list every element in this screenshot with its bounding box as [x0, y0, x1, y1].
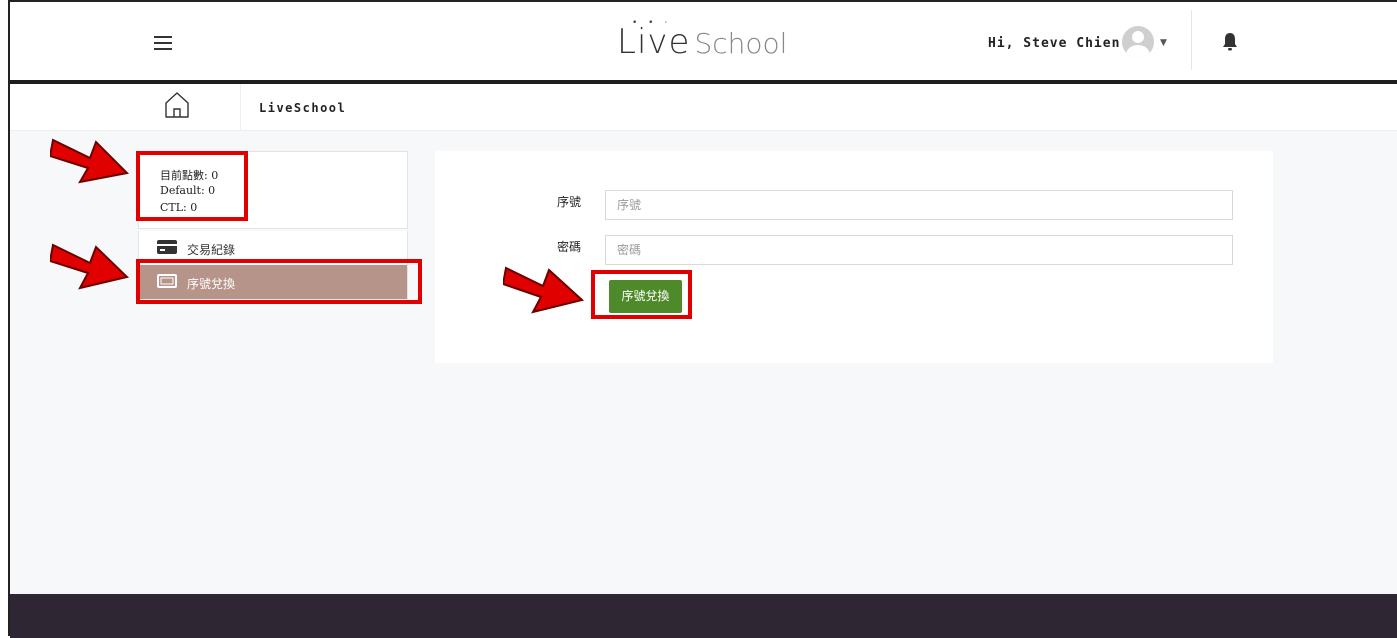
user-greeting[interactable]: Hi, Steve Chien: [988, 36, 1120, 51]
serial-label: 序號: [557, 195, 582, 209]
home-icon[interactable]: [164, 91, 190, 119]
menu-highlight-box: [136, 259, 422, 304]
points-highlight-box: [136, 151, 248, 221]
hamburger-menu-icon[interactable]: [154, 36, 172, 50]
serial-input[interactable]: 序號: [605, 190, 1233, 220]
logo-main-text: Live: [617, 22, 691, 62]
annotation-arrow-icon: [503, 266, 585, 314]
notification-bell-icon[interactable]: [1222, 32, 1238, 52]
password-label: 密碼: [557, 240, 582, 254]
breadcrumb-title: LiveSchool: [259, 101, 347, 115]
annotation-arrow-icon: [50, 138, 130, 184]
top-navbar: • • · Live School Hi, Steve Chien ▼: [10, 2, 1397, 84]
credit-card-icon: [157, 240, 177, 254]
breadcrumb: LiveSchool: [10, 84, 1397, 131]
button-highlight-box: [591, 270, 692, 319]
logo-dots-decoration: • • ·: [632, 18, 672, 28]
navbar-divider: [1191, 10, 1192, 70]
page-footer: [10, 594, 1397, 638]
logo-sub-text: School: [694, 27, 788, 60]
breadcrumb-divider: [240, 84, 241, 130]
sidebar-item-label: 交易紀錄: [187, 243, 236, 257]
liveschool-logo[interactable]: • • · Live School: [617, 18, 788, 72]
annotation-arrow-icon: [50, 243, 130, 290]
user-menu-caret-icon[interactable]: ▼: [1160, 38, 1167, 48]
user-avatar[interactable]: [1122, 26, 1154, 58]
password-input[interactable]: 密碼: [605, 235, 1233, 265]
app-frame: • • · Live School Hi, Steve Chien ▼ LiveS…: [8, 0, 1397, 638]
